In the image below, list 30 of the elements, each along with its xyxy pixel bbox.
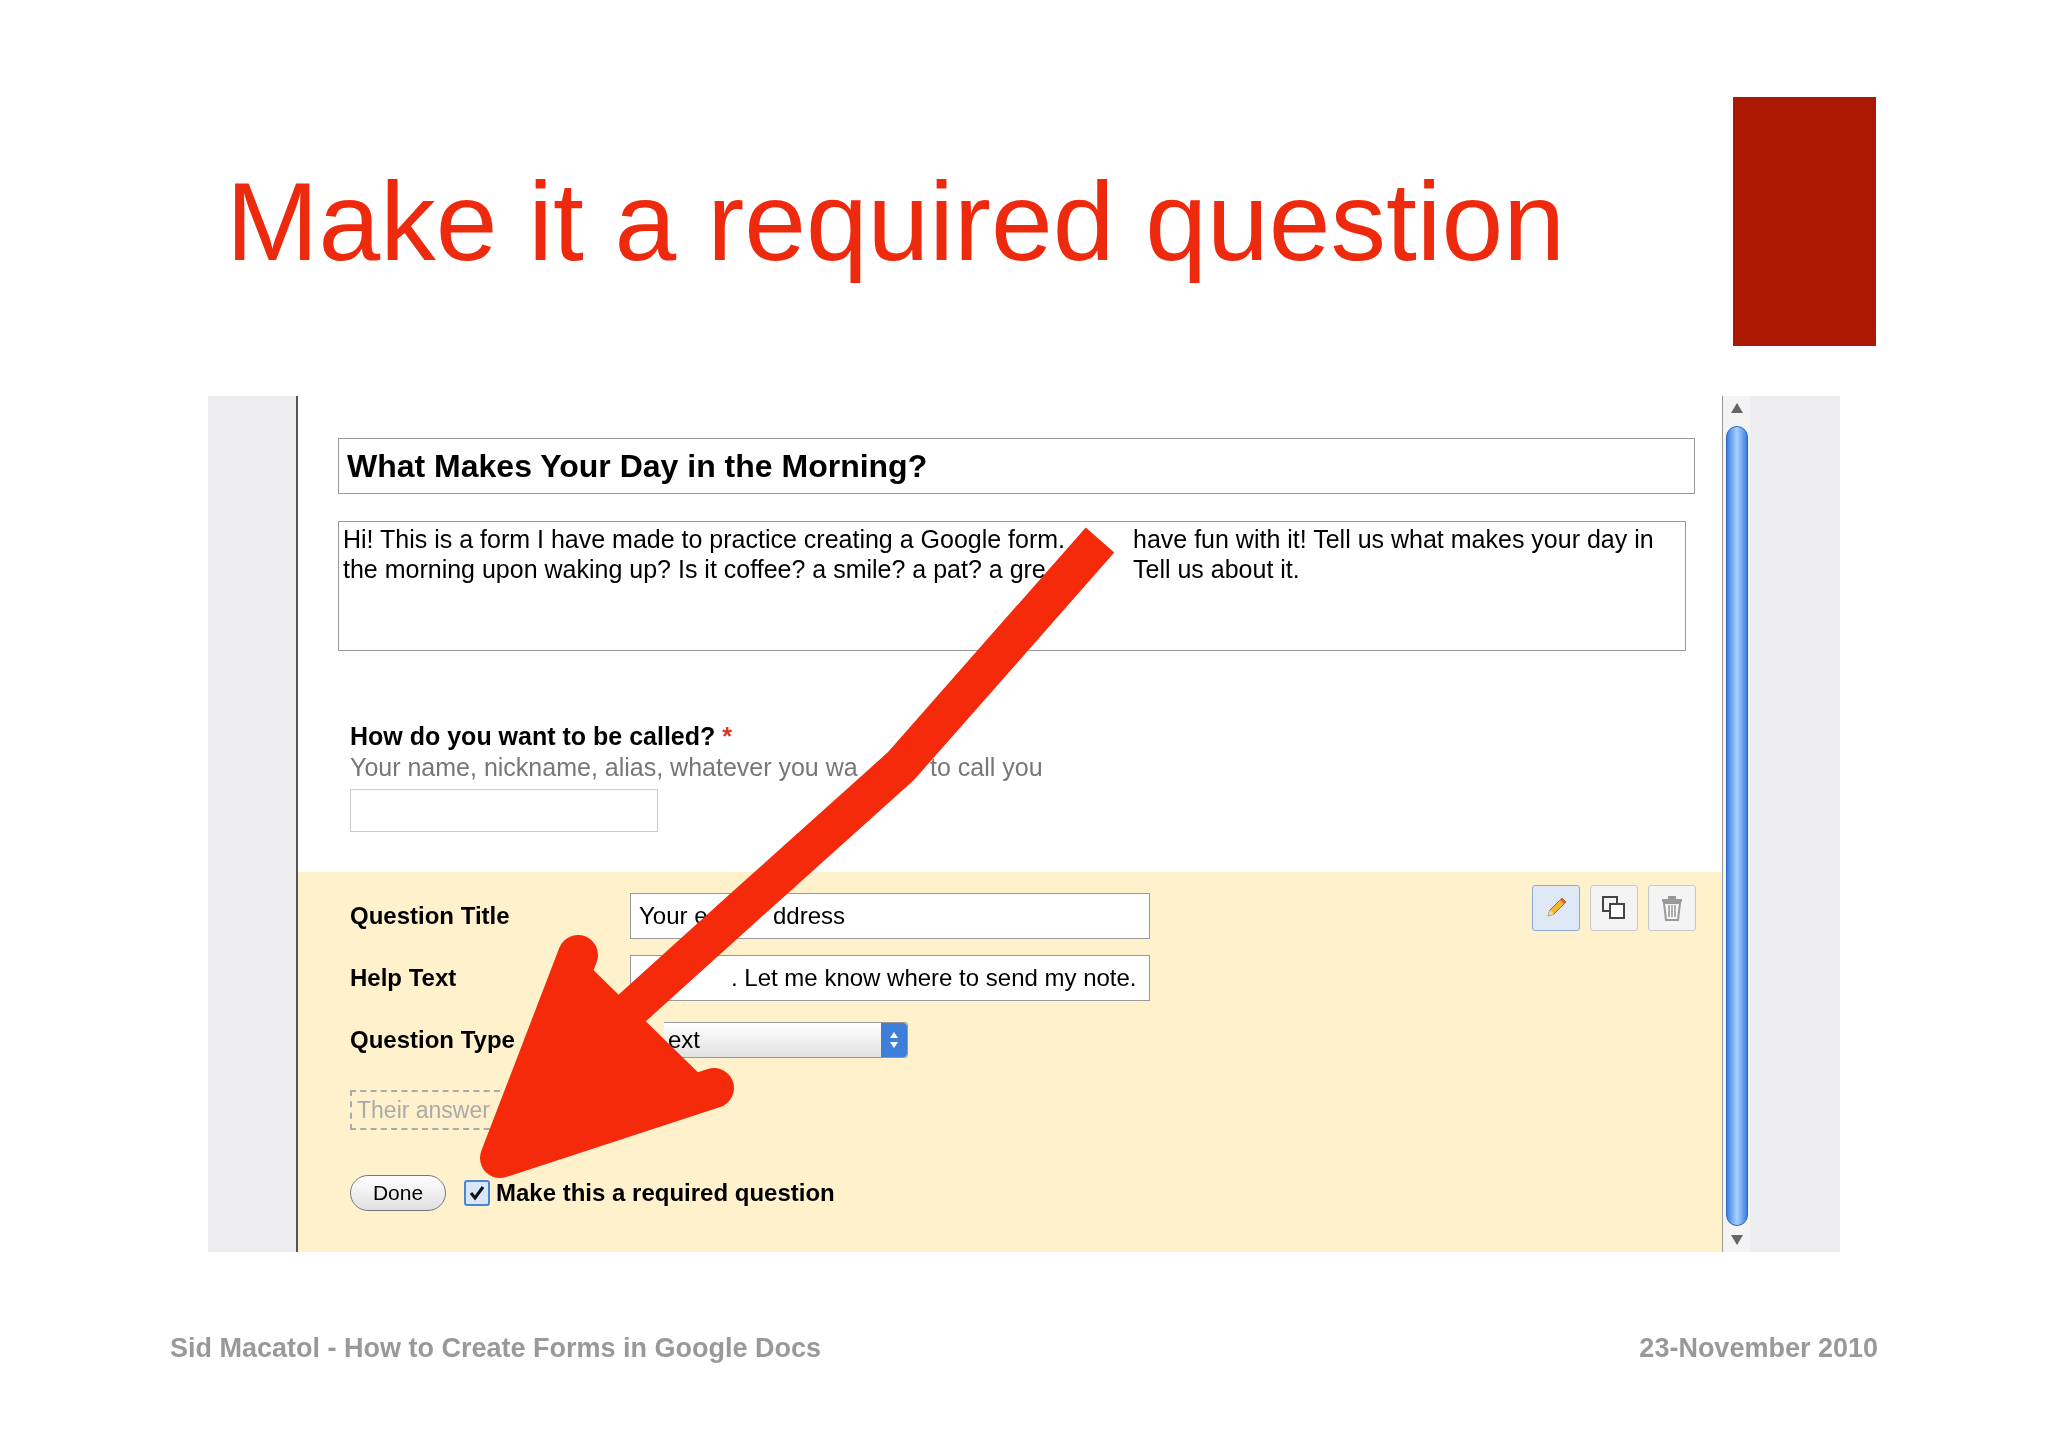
slide-title: Make it a required question (226, 160, 1565, 284)
checkmark-icon (468, 1184, 486, 1202)
description-text: Hi! This is a form I have made to practice creating a Google form. (343, 525, 1066, 553)
scroll-thumb[interactable] (1725, 426, 1748, 1226)
required-label: Make this a required question (496, 1178, 835, 1208)
done-button[interactable]: Done (350, 1175, 446, 1211)
field-label: Question Title (350, 902, 510, 929)
field-label: Question Type (350, 1026, 515, 1053)
text-field[interactable]: . Let me know where to send my note. (630, 955, 1150, 1001)
field-label: Help Text (350, 964, 457, 991)
scroll-down-icon[interactable] (1729, 1234, 1744, 1246)
description-text: have fun with it! Tell us what makes your day in (1133, 524, 1654, 554)
footer-text: Sid Macatol - How to Create Forms in Google Docs (170, 1332, 822, 1365)
stepper-icon (889, 1031, 899, 1049)
form-title-field[interactable]: What Makes Your Day in the Morning? (338, 438, 1695, 494)
trash-icon (1659, 894, 1685, 922)
footer-date: 23-November 2010 (1639, 1332, 1878, 1365)
scroll-up-icon[interactable] (1729, 402, 1744, 414)
description-text: Tell us about it. (1133, 554, 1300, 584)
delete-button[interactable] (1648, 885, 1696, 931)
help-text: Your name, nickname, alias, whatever you wa (350, 753, 858, 781)
form-description-field[interactable]: Hi! This is a form I have made to practice creating a Google form. have fun with it! Tell us what makes your day in the morning upon waking up? Is it coffee? a smile? a pat? a gre Tell us about it. (338, 521, 1686, 651)
question-type-select[interactable]: ext (664, 1022, 908, 1058)
question-title: How do you want to be called? * (350, 721, 733, 751)
required-checkbox[interactable] (464, 1180, 490, 1206)
answer-field[interactable] (350, 789, 658, 832)
duplicate-button[interactable] (1590, 885, 1638, 931)
help-text: to call you (930, 752, 1043, 783)
description-text: the morning upon waking up? Is it coffee? a smile? a pat? a gre (343, 555, 1046, 583)
duplicate-icon (1600, 894, 1628, 922)
